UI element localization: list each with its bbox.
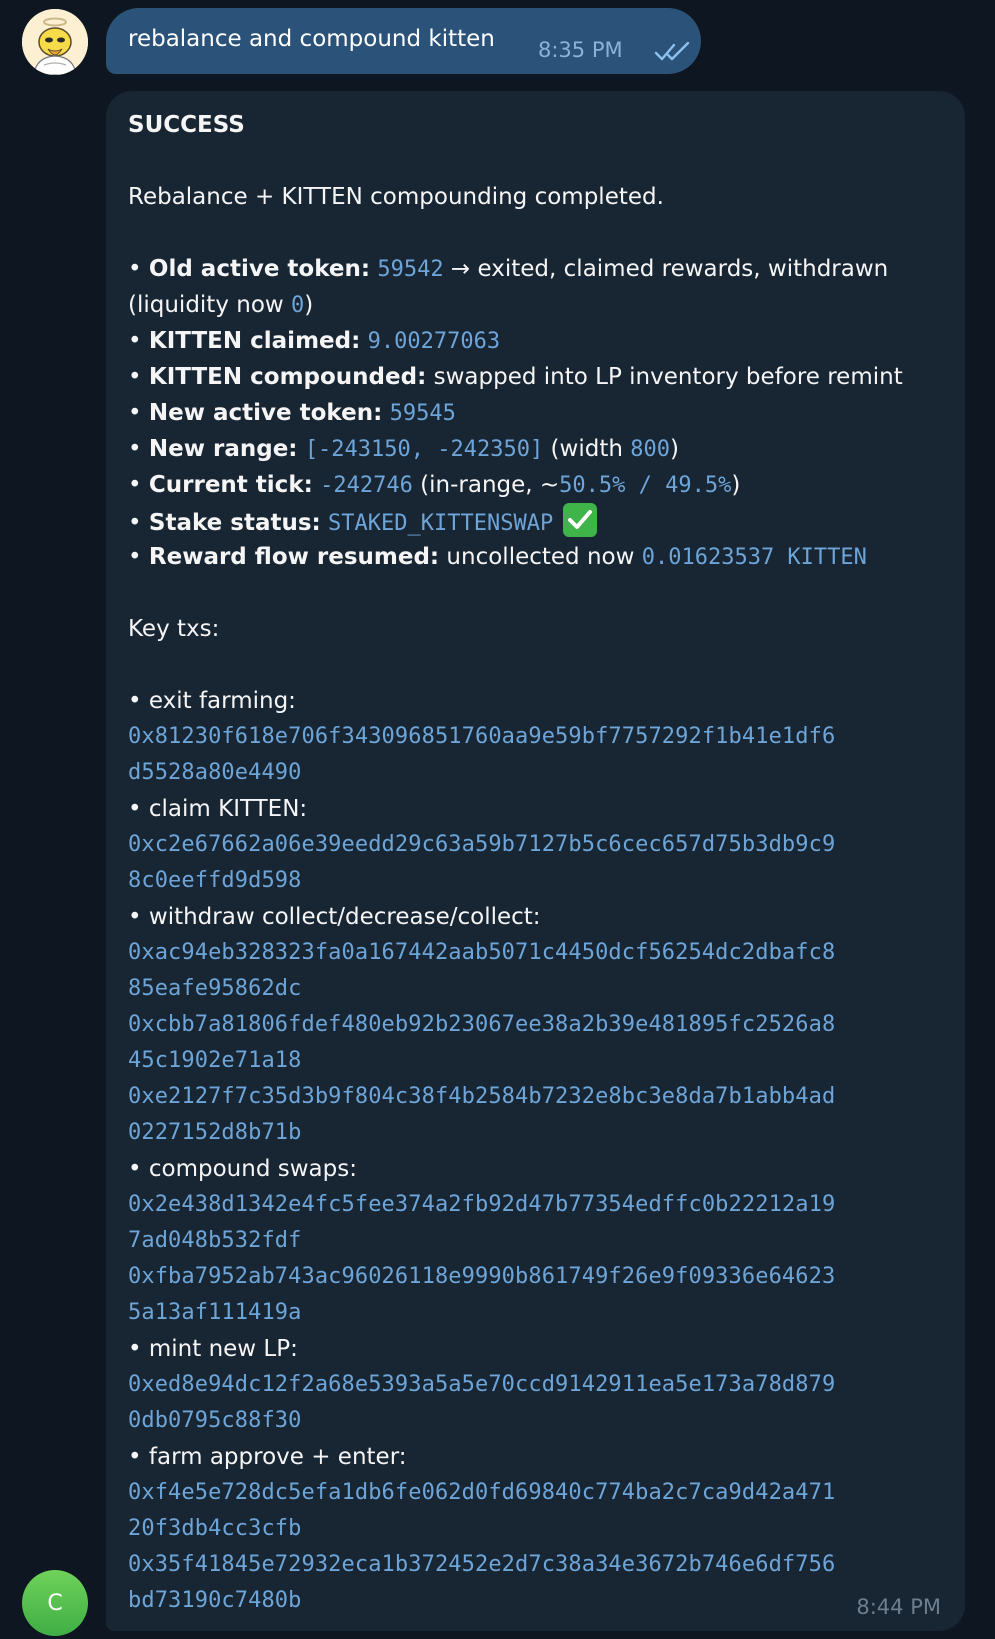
reward-label: Reward flow resumed: (148, 544, 440, 570)
bullet-reward-flow: • Reward flow resumed: uncollected now 0… (128, 544, 867, 570)
bullet-old-token: • Old active token: 59542 → exited, clai… (128, 256, 889, 282)
tx-farm-label: • farm approve + enter: (128, 1444, 407, 1470)
tx-hash-mint-line-2[interactable]: 0db0795c88f30 (128, 1403, 948, 1439)
tick-suffix: ) (731, 472, 741, 498)
tick-value: -242746 (320, 473, 413, 498)
tx-hash-withdraw-b-line-1[interactable]: 0xcbb7a81806fdef480eb92b23067ee38a2b39e4… (128, 1007, 948, 1043)
bot-avatar-letter: C (47, 1590, 63, 1616)
tx-hash-exit-line-1[interactable]: 0x81230f618e706f343096851760aa9e59bf7757… (128, 719, 948, 755)
bot-avatar[interactable]: C (22, 1570, 88, 1636)
old-token-value: 59542 (377, 257, 444, 282)
incoming-message-bubble[interactable]: SUCCESS Rebalance + KITTEN compounding c… (106, 91, 965, 1631)
bullet-kitten-compounded: • KITTEN compounded: swapped into LP inv… (128, 364, 903, 390)
range-width: 800 (630, 437, 670, 462)
tx-claim-label: • claim KITTEN: (128, 796, 308, 822)
tx-hash-swaps-b-line-2[interactable]: 5a13af111419a (128, 1295, 948, 1331)
tx-hash-swaps-a-line-1[interactable]: 0x2e438d1342e4fc5fee374a2fb92d47b77354ed… (128, 1187, 948, 1223)
tx-hash-withdraw-a-line-2[interactable]: 85eafe95862dc (128, 971, 948, 1007)
tx-hash-mint-line-1[interactable]: 0xed8e94dc12f2a68e5393a5a5e70ccd9142911e… (128, 1367, 948, 1403)
tx-hash-claim-line-2[interactable]: 8c0eeffd9d598 (128, 863, 948, 899)
old-token-rest: → exited, claimed rewards, withdrawn (443, 256, 889, 282)
bullet-new-range: • New range: [-243150, -242350] (width 8… (128, 436, 679, 462)
claimed-label: KITTEN claimed: (148, 328, 361, 354)
double-check-icon (654, 41, 692, 62)
tx-hash-swaps-b-line-1[interactable]: 0xfba7952ab743ac96026118e9990b861749f26e… (128, 1259, 948, 1295)
liquidity-value: 0 (291, 293, 305, 318)
tick-label: Current tick: (148, 472, 313, 498)
check-mark-icon (562, 503, 597, 537)
tx-exit-label: • exit farming: (128, 688, 296, 714)
compounded-label: KITTEN compounded: (148, 364, 427, 390)
bullet-stake-status: • Stake status: STAKED_KITTENSWAP (128, 503, 948, 539)
tx-hash-claim-line-1[interactable]: 0xc2e67662a06e39eedd29c63a59b7127b5c6cec… (128, 827, 948, 863)
old-token-label: Old active token: (148, 256, 371, 282)
compounded-rest: swapped into LP inventory before remint (426, 364, 903, 390)
tx-hash-swaps-a-line-2[interactable]: 7ad048b532fdf (128, 1223, 948, 1259)
outgoing-message-time: 8:35 PM (538, 38, 623, 62)
range-prefix: (width (543, 436, 631, 462)
user-avatar[interactable] (22, 9, 88, 75)
new-token-label: New active token: (148, 400, 383, 426)
tx-hash-farm-a-line-2[interactable]: 20f3db4cc3cfb (128, 1511, 948, 1547)
range-suffix: ) (669, 436, 679, 462)
tick-split: 50.5% / 49.5% (559, 473, 732, 498)
outgoing-message-text: rebalance and compound kitten (128, 26, 495, 52)
stake-label: Stake status: (148, 510, 321, 536)
tx-hash-withdraw-a-line-1[interactable]: 0xac94eb328323fa0a167442aab5071c4450dcf5… (128, 935, 948, 971)
tx-hash-farm-a-line-1[interactable]: 0xf4e5e728dc5efa1db6fe062d0fd69840c774ba… (128, 1475, 948, 1511)
claimed-value: 9.00277063 (367, 329, 501, 354)
tx-hash-withdraw-b-line-2[interactable]: 45c1902e71a18 (128, 1043, 948, 1079)
stake-value: STAKED_KITTENSWAP (328, 511, 554, 536)
bullet-new-token: • New active token: 59545 (128, 400, 456, 426)
tick-prefix: (in-range, ~ (412, 472, 560, 498)
tx-withdraw-label: • withdraw collect/decrease/collect: (128, 904, 541, 930)
reward-value: 0.01623537 KITTEN (641, 545, 867, 570)
tx-hash-farm-b-line-1[interactable]: 0x35f41845e72932eca1b372452e2d7c38a34e36… (128, 1547, 948, 1583)
incoming-message-time: 8:44 PM (856, 1595, 941, 1619)
tx-mint-label: • mint new LP: (128, 1336, 298, 1362)
reward-prefix: uncollected now (439, 544, 642, 570)
tx-hash-farm-b-line-2[interactable]: bd73190c7480b (128, 1583, 948, 1619)
new-token-value: 59545 (389, 401, 456, 426)
message-title: SUCCESS (128, 112, 245, 138)
range-label: New range: (148, 436, 298, 462)
tx-hash-exit-line-2[interactable]: d5528a80e4490 (128, 755, 948, 791)
tx-hash-withdraw-c-line-2[interactable]: 0227152d8b71b (128, 1115, 948, 1151)
tx-hash-withdraw-c-line-1[interactable]: 0xe2127f7c35d3b9f804c38f4b2584b7232e8bc3… (128, 1079, 948, 1115)
bullet-current-tick: • Current tick: -242746 (in-range, ~50.5… (128, 472, 741, 498)
range-value: [-243150, -242350] (304, 437, 544, 462)
liquidity-prefix: (liquidity now (128, 292, 292, 318)
message-summary: Rebalance + KITTEN compounding completed… (128, 184, 664, 210)
bullet-kitten-claimed: • KITTEN claimed: 9.00277063 (128, 328, 501, 354)
incoming-message-body: SUCCESS Rebalance + KITTEN compounding c… (128, 107, 948, 1619)
angel-duck-avatar-image (22, 9, 88, 75)
bullet-liquidity: (liquidity now 0) (128, 287, 948, 323)
outgoing-message-bubble[interactable]: rebalance and compound kitten 8:35 PM (106, 8, 701, 74)
key-txs-heading: Key txs: (128, 616, 220, 642)
liquidity-suffix: ) (304, 292, 314, 318)
tx-swaps-label: • compound swaps: (128, 1156, 357, 1182)
